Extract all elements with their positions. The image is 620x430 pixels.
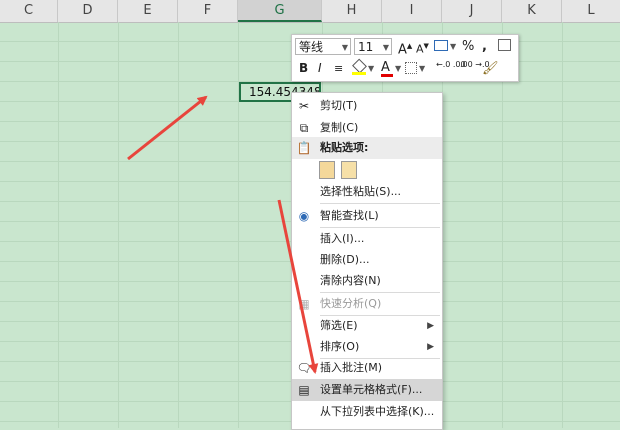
annotation-arrows	[127, 95, 319, 374]
annotation-arrow-to-cell	[127, 95, 208, 161]
annotation-arrow-to-format-cells	[277, 199, 319, 374]
